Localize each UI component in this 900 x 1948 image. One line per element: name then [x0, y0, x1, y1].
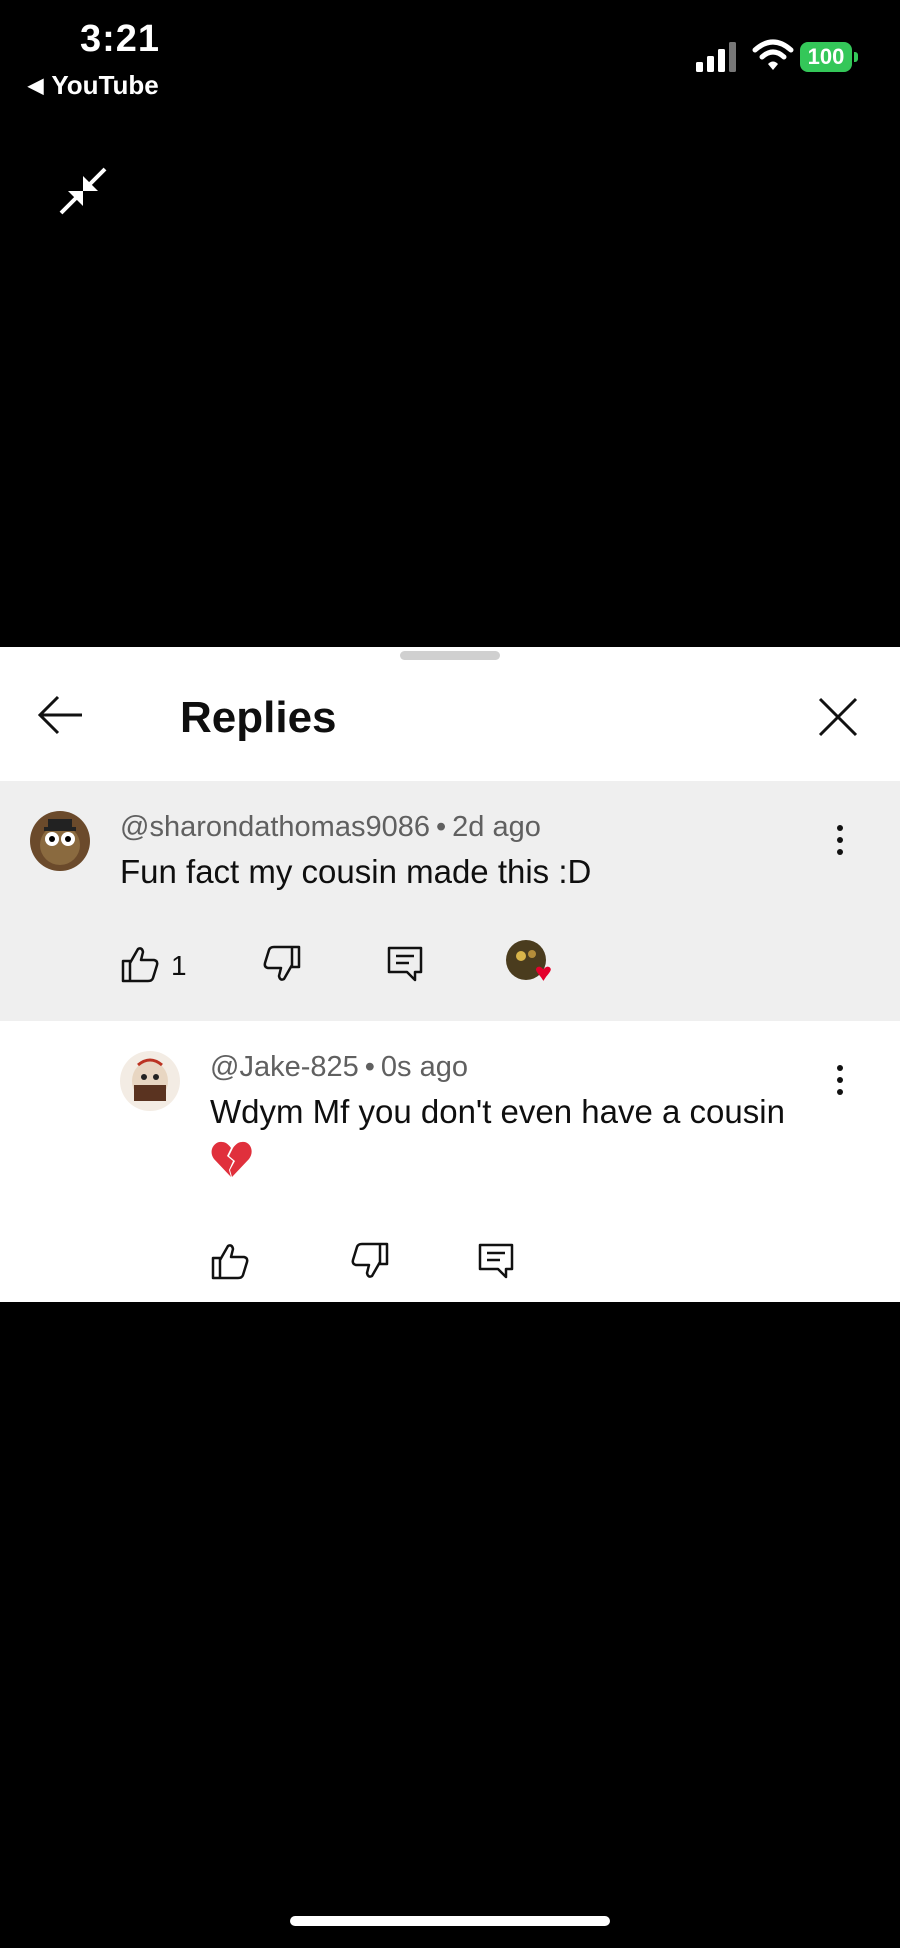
comment-age: 0s ago [380, 1051, 468, 1083]
status-time: 3:21 [80, 18, 161, 60]
close-icon[interactable] [816, 695, 860, 739]
sheet-header: Replies [0, 647, 900, 783]
reply-icon[interactable] [476, 1241, 516, 1281]
like-count: 1 [171, 950, 187, 981]
back-app-label: YouTube [51, 70, 159, 100]
thumbs-down-icon[interactable] [262, 944, 302, 984]
broken-heart-icon [211, 1141, 252, 1177]
comment-item[interactable]: @sharondathomas9086 • 2d ago Fun fact my c… [0, 781, 900, 1021]
comment-meta: @Jake-825 • 0s ago [210, 1051, 468, 1083]
sheet-title: Replies [180, 693, 337, 742]
home-indicator[interactable] [290, 1916, 610, 1926]
back-to-app-link[interactable]: ◀ YouTube [28, 70, 159, 101]
comment-author[interactable]: @Jake-825 [210, 1051, 359, 1083]
comment-item[interactable]: @Jake-825 • 0s ago Wdym Mf you don't even … [0, 1021, 900, 1302]
cellular-signal-icon [696, 42, 736, 72]
comment-meta: @sharondathomas9086 • 2d ago [120, 811, 541, 843]
status-bar: 3:21 ◀ YouTube 100 [0, 0, 900, 110]
avatar[interactable] [120, 1051, 180, 1111]
comment-age: 2d ago [452, 811, 541, 843]
more-vertical-icon[interactable] [833, 825, 847, 861]
reply-icon[interactable] [385, 944, 425, 984]
back-arrow-icon[interactable] [36, 693, 86, 737]
comment-text: Wdym Mf you don't even have a cousin [210, 1093, 785, 1130]
comment-text: Fun fact my cousin made this :D [120, 853, 592, 890]
thumbs-up-icon[interactable] [210, 1241, 250, 1281]
creator-heart-icon [506, 940, 551, 981]
replies-sheet: Replies @sharondathomas9086 • 2d ago Fun f… [0, 647, 900, 1302]
battery-level: 100 [800, 42, 852, 72]
exit-fullscreen-icon[interactable] [58, 166, 108, 216]
battery-icon: 100 [800, 42, 858, 72]
thumbs-up-icon[interactable] [120, 944, 160, 984]
thumbs-down-icon[interactable] [350, 1241, 390, 1281]
comment-author[interactable]: @sharondathomas9086 [120, 811, 430, 843]
back-triangle-icon: ◀ [28, 75, 44, 97]
more-vertical-icon[interactable] [833, 1065, 847, 1101]
avatar[interactable] [30, 811, 90, 871]
wifi-icon [752, 39, 794, 70]
